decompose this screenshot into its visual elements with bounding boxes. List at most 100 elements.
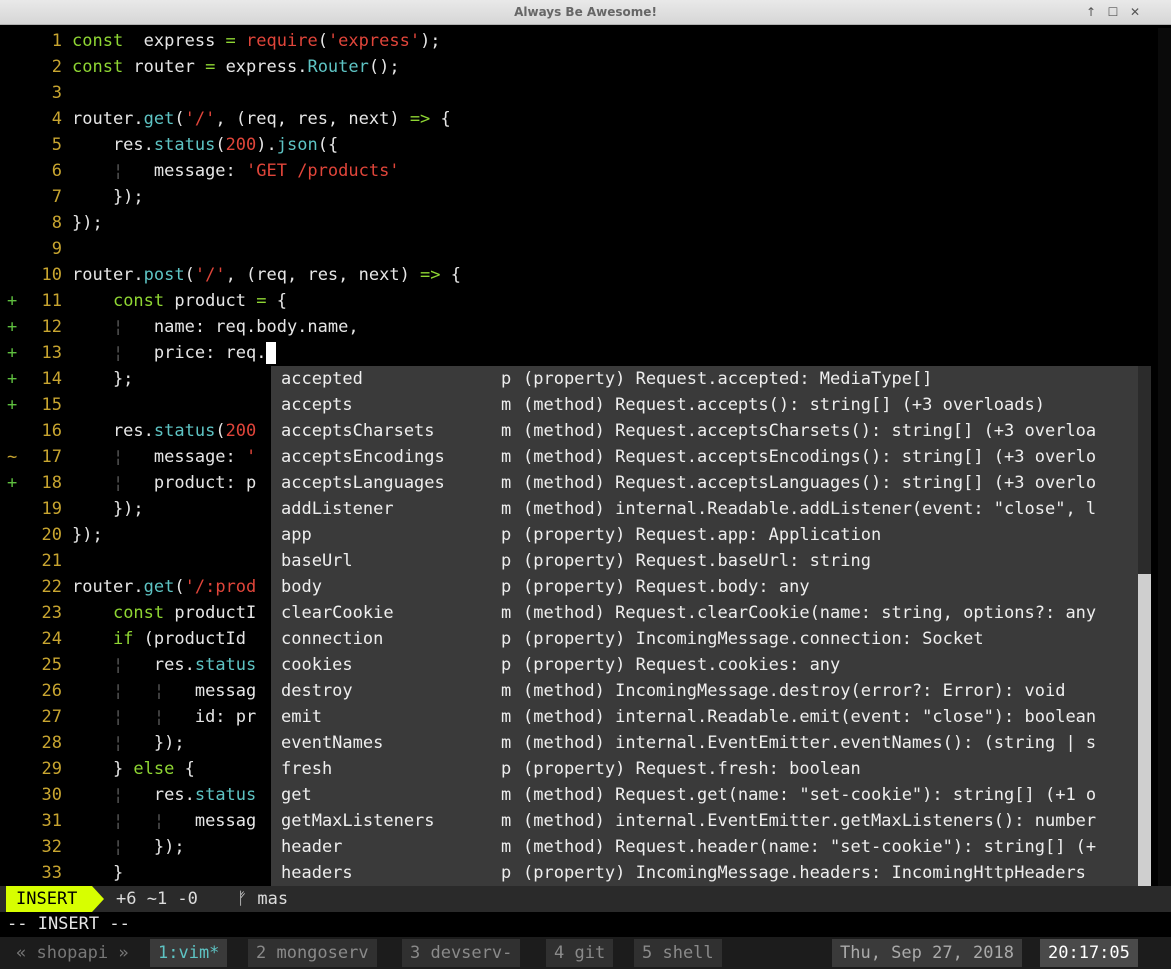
code-token: , (req, res, next): [215, 109, 410, 129]
completion-detail: (property) Request.fresh: boolean: [523, 759, 861, 779]
code-line[interactable]: +11 const product = {: [0, 288, 1160, 314]
completion-scrollbar[interactable]: [1138, 366, 1151, 912]
code-token: {: [440, 265, 462, 285]
tmux-window-3[interactable]: 3 devserv-: [402, 939, 521, 967]
completion-word: acceptsEncodings: [281, 447, 445, 467]
code-line[interactable]: 9: [0, 236, 1160, 262]
completion-item[interactable]: get m (method) Request.get(name: "set-cook…: [271, 782, 1138, 808]
line-number: 19: [41, 499, 62, 519]
completion-popup[interactable]: accepted p (property) Request.accepted: Me…: [271, 366, 1138, 912]
window-titlebar: Always Be Awesome! ↑ ☐ ✕: [0, 0, 1171, 25]
code-token: messag: [164, 811, 257, 831]
line-number: 29: [41, 759, 62, 779]
diff-stat: +6 ~1 -0: [116, 889, 198, 909]
code-token: res.: [72, 135, 154, 155]
code-token: ¦: [72, 473, 124, 493]
code-token: productI: [164, 603, 257, 623]
code-token: =>: [420, 265, 441, 285]
code-token: ¦ ¦: [72, 707, 165, 727]
code-token: (: [215, 421, 226, 441]
completion-detail: (property) Request.app: Application: [523, 525, 882, 545]
completion-item[interactable]: cookies p (property) Request.cookies: any: [271, 652, 1138, 678]
code-text: } else {: [72, 756, 195, 782]
completion-word: clearCookie: [281, 603, 394, 623]
completion-detail: (method) internal.Readable.emit(event: "…: [523, 707, 1097, 727]
code-token: const: [72, 31, 124, 51]
completion-detail: (method) Request.acceptsCharsets(): stri…: [523, 421, 1097, 441]
completion-detail: (property) Request.baseUrl: string: [523, 551, 871, 571]
code-line[interactable]: 5 res.status(200).json({: [0, 132, 1160, 158]
code-token: , (req, res, next): [225, 265, 421, 285]
code-token: price: req.: [123, 343, 267, 363]
completion-kind: p: [501, 525, 512, 545]
line-number: 10: [41, 265, 62, 285]
completion-word: baseUrl: [281, 551, 353, 571]
line-number: 23: [41, 603, 62, 623]
tmux-window-1[interactable]: 1:vim*: [150, 939, 228, 967]
code-line[interactable]: 3: [0, 80, 1160, 106]
completion-item[interactable]: headers p (property) IncomingMessage.heade…: [271, 860, 1138, 886]
restore-icon[interactable]: ↑: [1082, 3, 1100, 21]
code-line[interactable]: 6 ¦ message: 'GET /products': [0, 158, 1160, 184]
completion-item[interactable]: header m (method) Request.header(name: "se…: [271, 834, 1138, 860]
close-icon[interactable]: ✕: [1126, 3, 1144, 21]
code-token: =>: [409, 109, 431, 129]
completion-kind: p: [501, 863, 512, 883]
line-number: 27: [41, 707, 62, 727]
code-token: router.: [72, 265, 144, 285]
completion-item[interactable]: clearCookie m (method) Request.clearCookie…: [271, 600, 1138, 626]
completion-kind: m: [501, 785, 512, 805]
line-number: 8: [51, 213, 62, 233]
code-line[interactable]: 2 const router = express.Router();: [0, 54, 1160, 80]
code-line[interactable]: 1 const express = require('express');: [0, 28, 1160, 54]
code-text: ¦ });: [72, 834, 185, 860]
completion-kind: p: [501, 629, 512, 649]
code-line[interactable]: 4 router.get('/', (req, res, next) => {: [0, 106, 1160, 132]
completion-item[interactable]: destroy m (method) IncomingMessage.destroy…: [271, 678, 1138, 704]
completion-scrollbar-thumb[interactable]: [1138, 574, 1151, 912]
code-line[interactable]: +13 ¦ price: req.: [0, 340, 1160, 366]
code-token: res.: [72, 421, 154, 441]
code-token: name: req.body.name,: [123, 317, 359, 337]
code-line[interactable]: +12 ¦ name: req.body.name,: [0, 314, 1160, 340]
code-line[interactable]: 10 router.post('/', (req, res, next) => {: [0, 262, 1160, 288]
completion-item[interactable]: acceptsCharsets m (method) Request.accepts…: [271, 418, 1138, 444]
tmux-window-5[interactable]: 5 shell: [634, 939, 722, 967]
completion-item[interactable]: acceptsLanguages m (method) Request.accept…: [271, 470, 1138, 496]
completion-item[interactable]: body p (property) Request.body: any: [271, 574, 1138, 600]
code-token: });: [123, 733, 185, 753]
completion-item[interactable]: connection p (property) IncomingMessage.co…: [271, 626, 1138, 652]
code-line[interactable]: 7 });: [0, 184, 1160, 210]
code-token: '/': [184, 109, 216, 129]
completion-item[interactable]: fresh p (property) Request.fresh: boolean: [271, 756, 1138, 782]
line-number: 13: [41, 343, 62, 363]
code-token: ).: [256, 135, 277, 155]
command-line[interactable]: -- INSERT --: [0, 912, 1171, 937]
code-token: (: [174, 577, 185, 597]
completion-item[interactable]: app p (property) Request.app: Application: [271, 522, 1138, 548]
completion-item[interactable]: addListener m (method) internal.Readable.a…: [271, 496, 1138, 522]
completion-item[interactable]: acceptsEncodings m (method) Request.accept…: [271, 444, 1138, 470]
code-line[interactable]: 8});: [0, 210, 1160, 236]
completion-detail: (method) internal.Readable.addListener(e…: [523, 499, 1097, 519]
code-text: };: [72, 366, 133, 392]
completion-detail: (method) Request.clearCookie(name: strin…: [523, 603, 1097, 623]
code-token: });: [72, 213, 103, 233]
completion-item[interactable]: baseUrl p (property) Request.baseUrl: stri…: [271, 548, 1138, 574]
maximize-icon[interactable]: ☐: [1104, 3, 1122, 21]
completion-item[interactable]: eventNames m (method) internal.EventEmitte…: [271, 730, 1138, 756]
code-text: res.status(200).json({: [72, 132, 338, 158]
code-token: 200: [225, 135, 257, 155]
completion-word: connection: [281, 629, 384, 649]
tmux-window-4[interactable]: 4 git: [546, 939, 614, 967]
code-token: if: [112, 629, 134, 649]
code-token: messag: [164, 681, 257, 701]
completion-item[interactable]: emit m (method) internal.Readable.emit(eve…: [271, 704, 1138, 730]
code-token: message:: [123, 447, 247, 467]
code-token: (: [215, 135, 226, 155]
completion-item[interactable]: accepts m (method) Request.accepts(): stri…: [271, 392, 1138, 418]
editor-scrollbar[interactable]: [1158, 28, 1171, 886]
completion-item[interactable]: accepted p (property) Request.accepted: Me…: [271, 366, 1138, 392]
completion-item[interactable]: getMaxListeners m (method) internal.EventE…: [271, 808, 1138, 834]
tmux-window-2[interactable]: 2 mongoserv: [248, 939, 377, 967]
